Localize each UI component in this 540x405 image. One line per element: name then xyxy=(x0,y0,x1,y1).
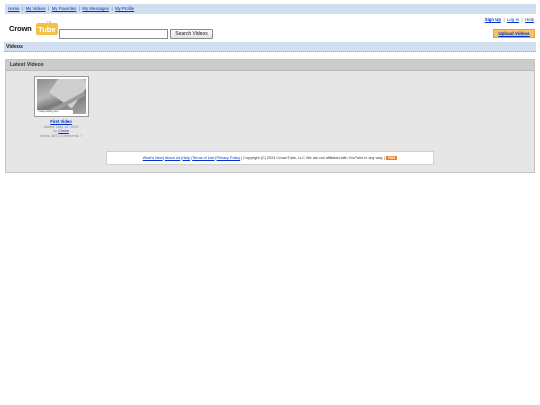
nav-my-videos-link[interactable]: My Videos xyxy=(26,6,46,11)
footer-whats-new-link[interactable]: What's New xyxy=(143,156,163,160)
footer-copyright: | Copyright (C) 2024 CrownTube, LLC We a… xyxy=(241,156,386,160)
section-title: Videos xyxy=(4,42,536,52)
logo-trademark: TM xyxy=(47,20,52,24)
nav-my-profile-link[interactable]: My Profile xyxy=(115,6,134,11)
search-input[interactable] xyxy=(59,29,168,39)
footer-help-link[interactable]: Help xyxy=(182,156,190,160)
video-thumbnail[interactable]: Image loading Vexx xyxy=(33,76,89,117)
footer-privacy-link[interactable]: Privacy Policy xyxy=(217,156,241,160)
video-stats: Views: 583 | Comments: 7 xyxy=(39,133,83,138)
footer-terms-link[interactable]: Terms of Use xyxy=(192,156,214,160)
sign-up-link[interactable]: Sign Up xyxy=(485,17,501,22)
footer: What's New|About Us|Help|Terms of Use|Pr… xyxy=(106,151,434,165)
footer-about-us-link[interactable]: About Us xyxy=(165,156,181,160)
rss-badge[interactable]: RSS xyxy=(386,155,398,161)
logo-tube-badge: Tube xyxy=(36,23,58,35)
latest-videos-panel: Latest Videos Image loading Vexx First V… xyxy=(5,59,535,173)
upload-videos-button[interactable]: Upload Videos xyxy=(493,29,535,38)
site-logo[interactable]: Crown Tube TM xyxy=(9,20,58,37)
search-videos-button[interactable]: Search Videos xyxy=(170,29,213,39)
top-nav: Home | My Videos | My Favorites | My Messages |… xyxy=(5,4,536,14)
video-by-label: by xyxy=(53,129,58,134)
nav-my-messages-link[interactable]: My Messages xyxy=(82,6,109,11)
video-author-link[interactable]: Crown xyxy=(58,129,69,133)
video-card: Image loading Vexx First Video Added: Ma… xyxy=(32,76,90,138)
thumbnail-caption: Image loading Vexx xyxy=(36,109,73,114)
latest-videos-heading: Latest Videos xyxy=(6,60,534,71)
nav-my-favorites-link[interactable]: My Favorites xyxy=(52,6,77,11)
help-link[interactable]: Help xyxy=(525,17,534,22)
nav-home-link[interactable]: Home xyxy=(8,6,19,11)
logo-word: Crown xyxy=(9,24,32,33)
log-in-link[interactable]: Log In xyxy=(507,17,519,22)
logo-tube-text: Tube xyxy=(38,25,56,34)
user-links: Sign Up | Log In | Help xyxy=(485,17,534,23)
upload-videos-link[interactable]: Upload Videos xyxy=(498,31,529,36)
